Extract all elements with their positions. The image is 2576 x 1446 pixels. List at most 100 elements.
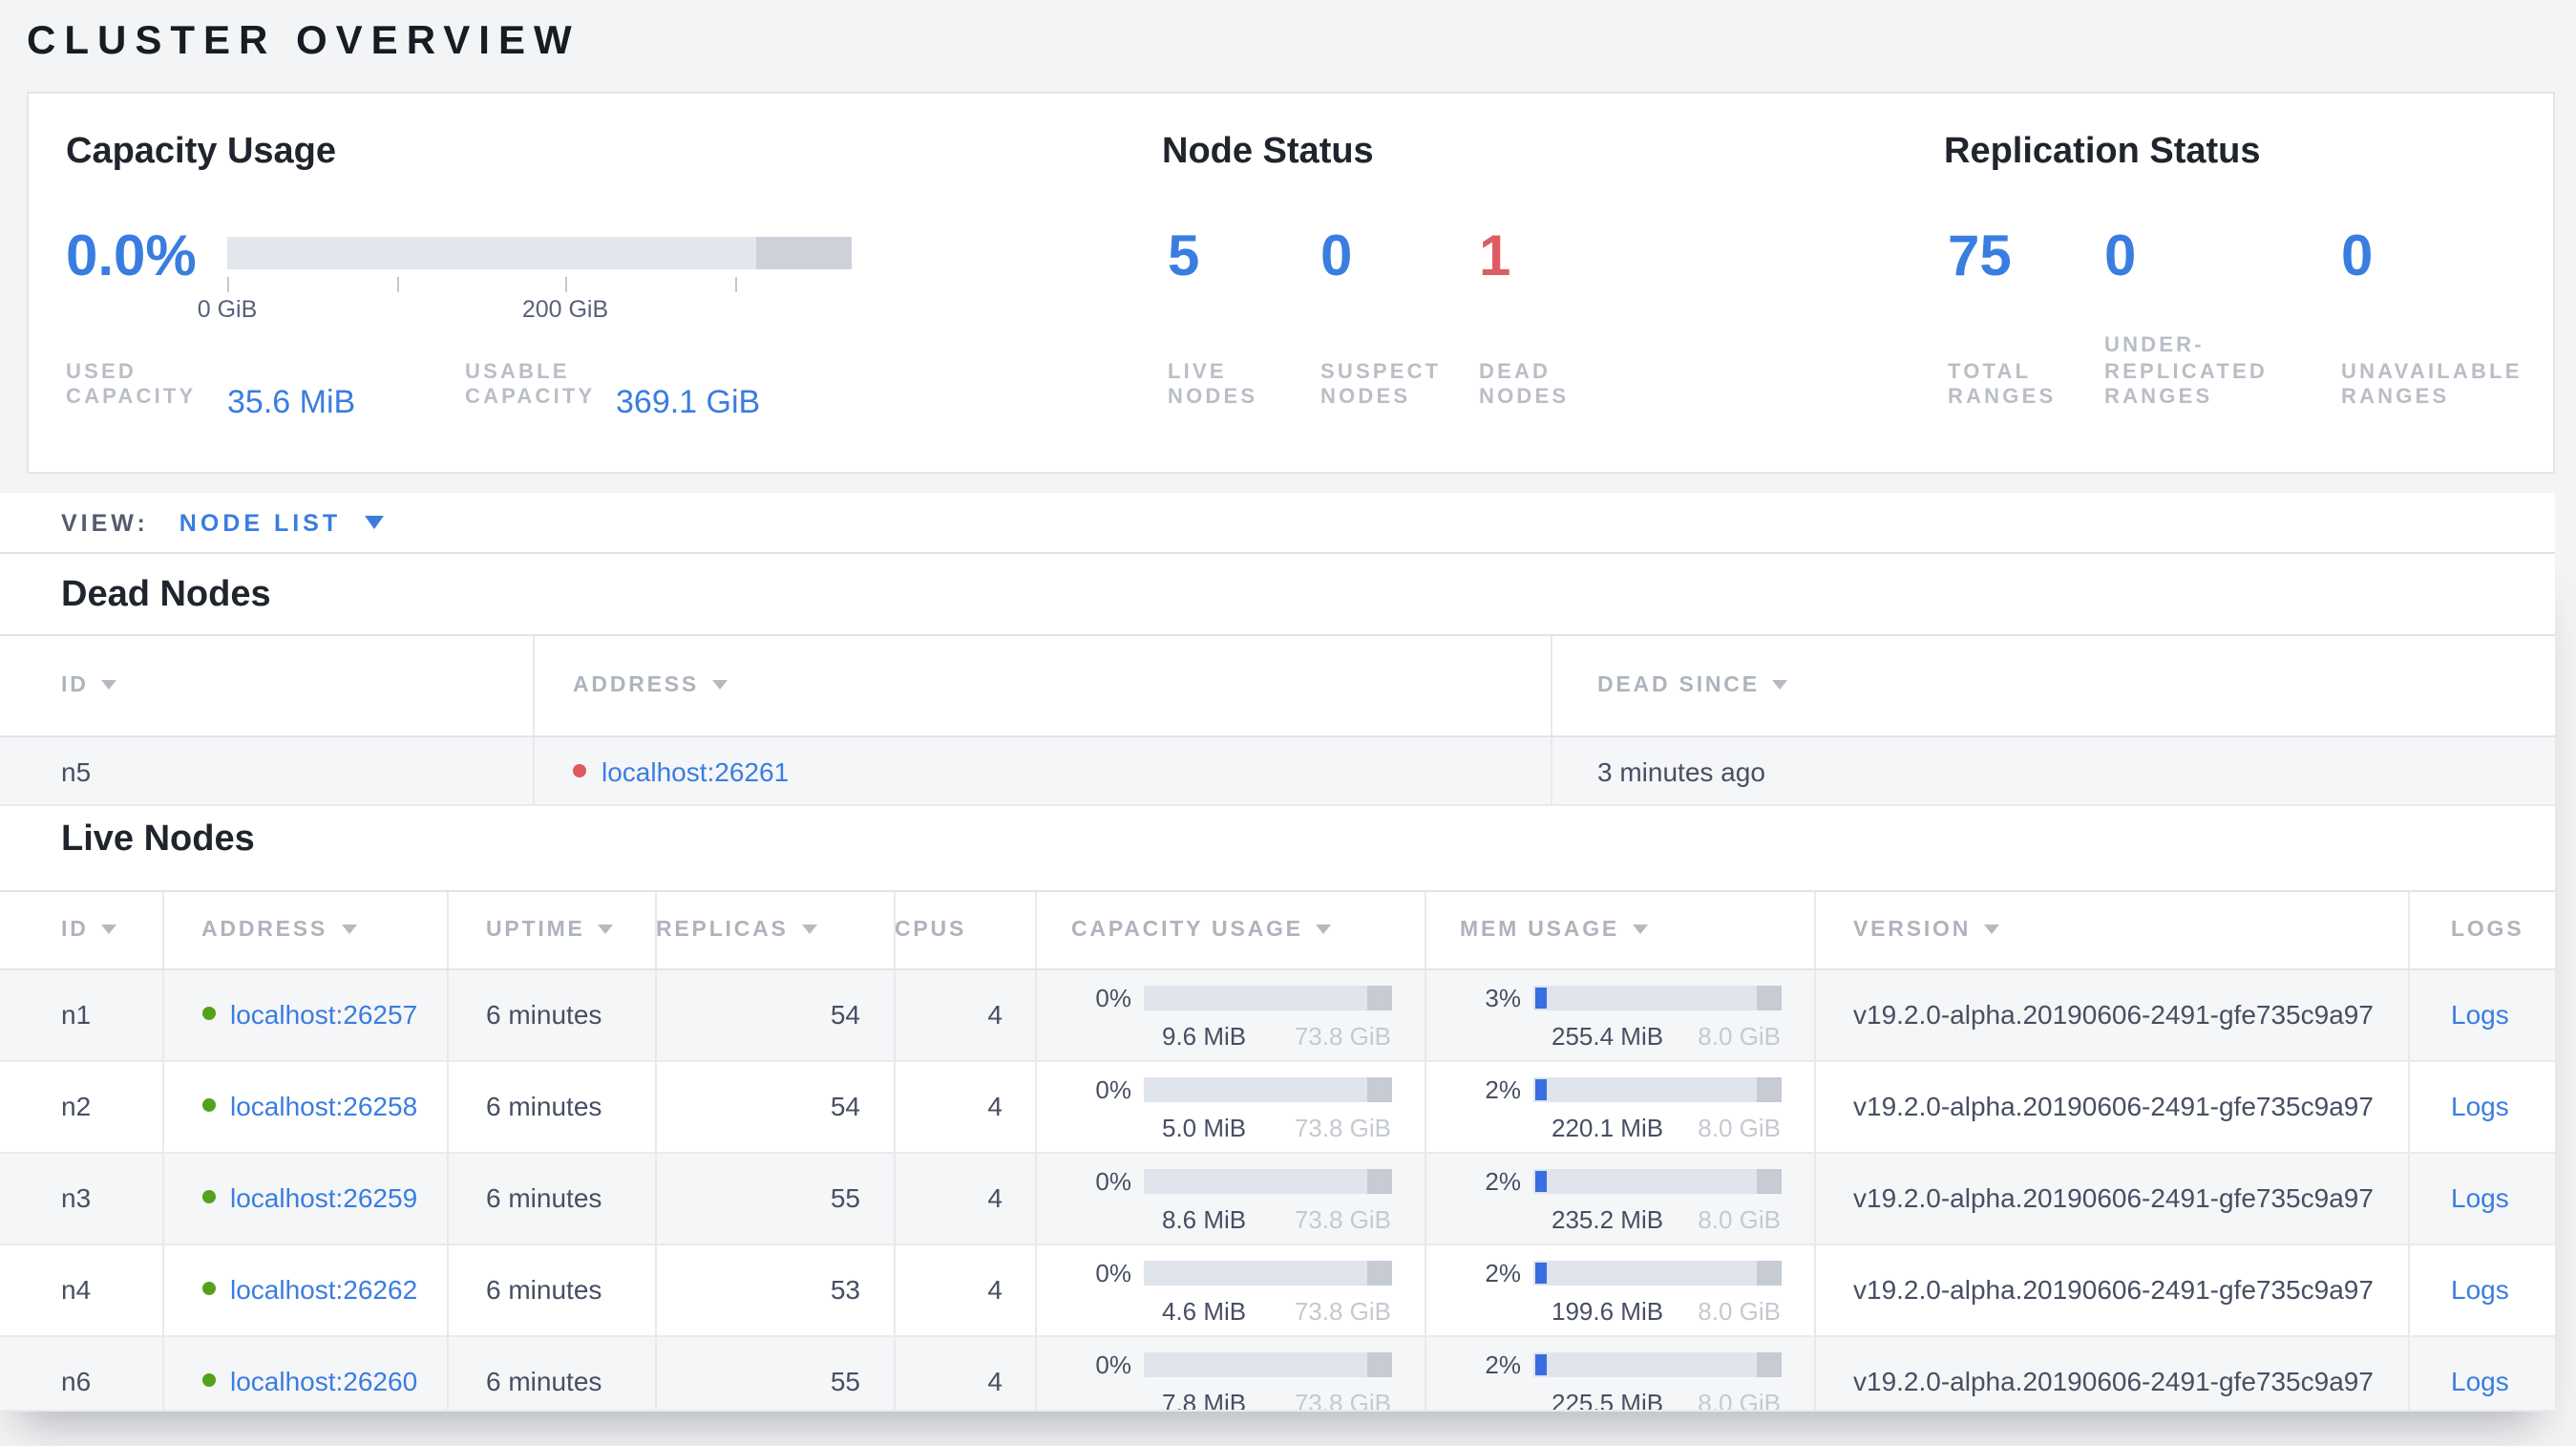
view-selector[interactable]: NODE LIST (179, 509, 384, 536)
live-col-capacity-usage[interactable]: CAPACITY USAGE (1037, 891, 1425, 968)
live-status-icon (201, 1282, 215, 1295)
under-replicated-label: UNDER- REPLICATED RANGES (2104, 334, 2268, 409)
node-mem-usage: 2% 225.5 MiB 8.0 GiB (1425, 1336, 1815, 1410)
used-capacity-value: 35.6 MiB (227, 383, 356, 419)
dead-nodes-table-header: ID ADDRESS DEAD SINCE (0, 633, 2554, 736)
sort-arrow-icon (1984, 925, 2000, 934)
logs-link[interactable]: Logs (2451, 1086, 2509, 1124)
node-address-link[interactable]: localhost:26260 (230, 1361, 417, 1399)
node-cpus: 4 (895, 1336, 1037, 1410)
suspect-nodes-label: SUSPECT NODES (1320, 360, 1442, 409)
logs-link[interactable]: Logs (2451, 1361, 2509, 1399)
memory-bar (1532, 986, 1781, 1010)
dead-node-address-cell: localhost:26261 (535, 736, 1552, 803)
live-status-icon (201, 1098, 215, 1112)
logs-link[interactable]: Logs (2451, 994, 2509, 1032)
live-col-mem-usage[interactable]: MEM USAGE (1425, 891, 1815, 968)
node-uptime: 6 minutes (448, 1244, 656, 1334)
node-address-cell: localhost:26262 (163, 1244, 448, 1334)
view-bar: VIEW: NODE LIST (0, 493, 2554, 554)
live-status-icon (201, 1373, 215, 1387)
total-ranges-label: TOTAL RANGES (1948, 360, 2057, 409)
node-version: v19.2.0-alpha.20190606-2491-gfe735c9a97 (1815, 1336, 2409, 1410)
node-address-link[interactable]: localhost:26258 (230, 1086, 417, 1124)
node-address-link[interactable]: localhost:26259 (230, 1178, 417, 1216)
node-id: n2 (0, 1061, 163, 1151)
sort-arrow-icon (801, 925, 817, 934)
node-address-link[interactable]: localhost:26262 (230, 1269, 417, 1308)
node-address-link[interactable]: localhost:26257 (230, 994, 417, 1032)
gauge-tick (227, 277, 229, 292)
node-cpus: 4 (895, 1153, 1037, 1243)
node-logs-cell: Logs (2409, 1153, 2554, 1243)
live-status-icon (201, 1190, 215, 1203)
sort-arrow-icon (101, 925, 117, 934)
node-replicas: 55 (656, 1336, 895, 1410)
node-cpus: 4 (895, 1061, 1037, 1151)
live-col-replicas[interactable]: REPLICAS (656, 891, 895, 968)
node-uptime: 6 minutes (448, 969, 656, 1059)
view-selected-value: NODE LIST (179, 509, 342, 536)
dead-nodes-heading: Dead Nodes (61, 575, 271, 615)
dead-node-id: n5 (0, 736, 535, 803)
dead-node-dead-since: 3 minutes ago (1597, 755, 1765, 786)
live-col-logs: LOGS (2451, 918, 2524, 941)
page-title: CLUSTER OVERVIEW (27, 19, 581, 63)
gauge-tick (734, 277, 736, 292)
live-col-address[interactable]: ADDRESS (163, 891, 448, 968)
cluster-overview-card: Capacity Usage 0.0% 0 GiB 200 GiB USED CA… (26, 91, 2554, 473)
node-uptime: 6 minutes (448, 1061, 656, 1151)
node-mem-usage: 2% 199.6 MiB 8.0 GiB (1425, 1244, 1815, 1334)
used-capacity-label: USED CAPACITY (66, 360, 197, 409)
node-capacity-usage: 0% 5.0 MiB 73.8 GiB (1037, 1061, 1425, 1151)
node-address-cell: localhost:26259 (163, 1153, 448, 1243)
live-col-cpus[interactable]: CPUS (895, 891, 1037, 968)
live-nodes-table-header: ID ADDRESS UPTIME REPLICAS CPUS CAPACITY… (0, 889, 2554, 969)
live-node-row: n6 localhost:26260 6 minutes 55 4 0% 7.8… (0, 1336, 2554, 1412)
node-cpus: 4 (895, 969, 1037, 1059)
node-replicas: 55 (656, 1153, 895, 1243)
live-nodes-heading: Live Nodes (61, 819, 255, 859)
live-col-uptime[interactable]: UPTIME (448, 891, 656, 968)
replication-status-heading: Replication Status (1944, 131, 2261, 171)
live-node-row: n1 localhost:26257 6 minutes 54 4 0% 9.6… (0, 969, 2554, 1061)
dead-nodes-label: DEAD NODES (1479, 360, 1570, 409)
node-capacity-usage: 0% 4.6 MiB 73.8 GiB (1037, 1244, 1425, 1334)
node-id: n4 (0, 1244, 163, 1334)
sort-arrow-icon (101, 680, 117, 690)
suspect-nodes-count: 0 (1320, 224, 1353, 287)
node-mem-usage: 2% 235.2 MiB 8.0 GiB (1425, 1153, 1815, 1243)
capacity-bar (1143, 1352, 1391, 1377)
sort-arrow-icon (598, 925, 614, 934)
gauge-tick (565, 277, 567, 292)
unavailable-ranges-count: 0 (2341, 224, 2374, 287)
live-node-row: n4 localhost:26262 6 minutes 53 4 0% 4.6… (0, 1244, 2554, 1336)
node-capacity-usage: 0% 8.6 MiB 73.8 GiB (1037, 1153, 1425, 1243)
logs-link[interactable]: Logs (2451, 1178, 2509, 1216)
gauge-tick-label-200: 200 GiB (521, 296, 609, 323)
live-nodes-count: 5 (1168, 224, 1200, 287)
node-logs-cell: Logs (2409, 1061, 2554, 1151)
dead-col-id[interactable]: ID (0, 635, 535, 734)
dead-col-dead-since[interactable]: DEAD SINCE (1552, 635, 2554, 734)
node-uptime: 6 minutes (448, 1336, 656, 1410)
sort-arrow-icon (1316, 925, 1332, 934)
node-version: v19.2.0-alpha.20190606-2491-gfe735c9a97 (1815, 969, 2409, 1059)
usable-capacity-value: 369.1 GiB (616, 383, 761, 419)
node-cpus: 4 (895, 1244, 1037, 1334)
node-replicas: 54 (656, 969, 895, 1059)
dead-node-row: n5 localhost:26261 3 minutes ago (0, 736, 2554, 805)
memory-bar (1532, 1261, 1781, 1286)
node-capacity-usage: 0% 9.6 MiB 73.8 GiB (1037, 969, 1425, 1059)
under-replicated-count: 0 (2104, 224, 2137, 287)
live-col-id[interactable]: ID (0, 891, 163, 968)
capacity-usage-heading: Capacity Usage (66, 131, 337, 171)
logs-link[interactable]: Logs (2451, 1269, 2509, 1308)
sort-arrow-icon (341, 925, 357, 934)
dead-col-address[interactable]: ADDRESS (535, 635, 1552, 734)
node-status-heading: Node Status (1162, 131, 1374, 171)
live-col-version[interactable]: VERSION (1815, 891, 2409, 968)
node-uptime: 6 minutes (448, 1153, 656, 1243)
dead-node-address-link[interactable]: localhost:26261 (602, 752, 789, 790)
view-label: VIEW: (61, 509, 149, 536)
